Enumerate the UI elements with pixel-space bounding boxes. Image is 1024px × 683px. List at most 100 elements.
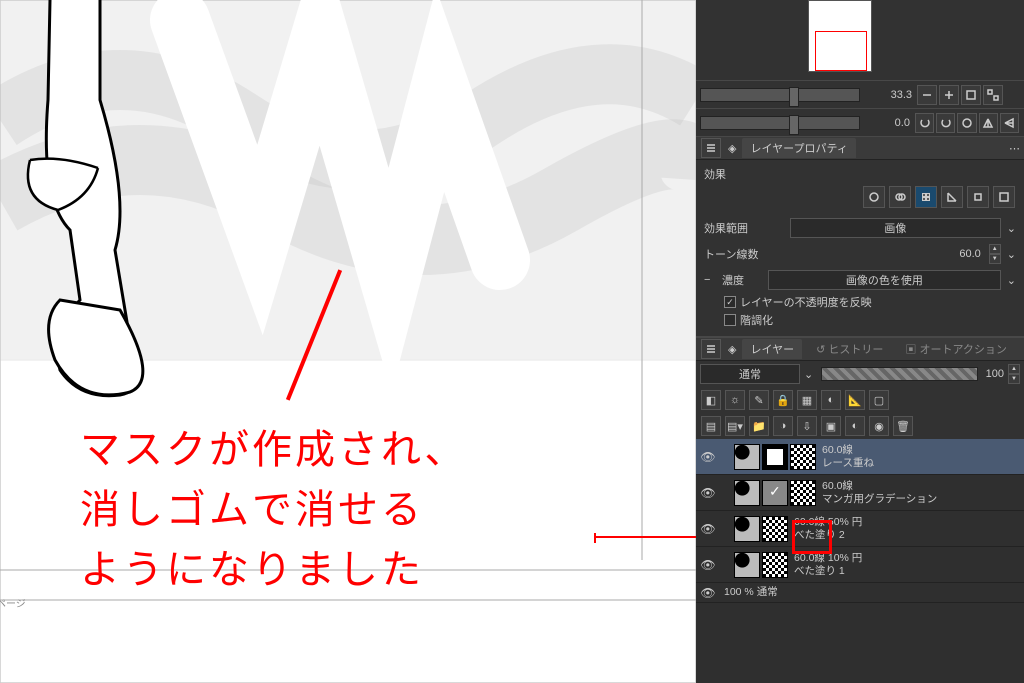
layer-row[interactable]: 👁 100 % 通常 (696, 583, 1024, 603)
tone-thumbnail[interactable] (762, 552, 788, 578)
chevron-down-icon[interactable]: ⌄ (804, 368, 813, 381)
tone-lines-stepper[interactable]: ▲▼ (989, 244, 1001, 264)
rotate-value: 0.0 (866, 117, 910, 129)
panel-more-icon[interactable]: ⋯ (1009, 142, 1020, 155)
add-mask-button[interactable]: ◐ (845, 416, 865, 436)
new-correction-button[interactable]: ◑ (773, 416, 793, 436)
draft-layer-icon[interactable]: ✎ (749, 390, 769, 410)
effect-scope-dropdown[interactable]: 画像 (790, 218, 1001, 238)
zoom-slider[interactable] (700, 88, 860, 102)
rotate-controls: 0.0 (696, 108, 1024, 136)
layers-panel: ◈ レイヤー ↺ ヒストリー ▣ オートアクション 通常 ⌄ 100 ▲▼ ◧ … (696, 336, 1024, 683)
flip-horizontal-button[interactable] (979, 113, 998, 133)
tone-thumbnail[interactable] (790, 444, 816, 470)
panel-menu-icon[interactable] (701, 339, 721, 359)
zoom-value: 33.3 (866, 89, 912, 101)
tone-lines-value[interactable]: 60.0 (929, 248, 983, 260)
chevron-down-icon[interactable]: ⌄ (1007, 222, 1016, 235)
merge-down-button[interactable]: ▣ (821, 416, 841, 436)
effect-mode-icons (704, 186, 1016, 208)
layer-row[interactable]: 👁 60.0線 10% 円 べた塗り 1 (696, 547, 1024, 583)
rotate-right-button[interactable] (936, 113, 955, 133)
fit-screen-button[interactable] (961, 85, 981, 105)
swap-view-button[interactable] (983, 85, 1003, 105)
layer-name[interactable]: 60.0線 レース重ね (818, 444, 1022, 469)
navigator-thumbnail[interactable] (808, 0, 872, 72)
layer-name[interactable]: 100 % 通常 (720, 586, 1022, 599)
tone-thumbnail[interactable] (762, 516, 788, 542)
lock-icon[interactable]: 🔒 (773, 390, 793, 410)
effect-extract-icon[interactable] (967, 186, 989, 208)
zoom-controls: 33.3 (696, 80, 1024, 108)
annotation-highlight-box (792, 520, 832, 554)
zoom-out-button[interactable] (917, 85, 937, 105)
reference-layer-icon[interactable]: ☼ (725, 390, 745, 410)
collapse-icon[interactable]: − (704, 274, 716, 286)
new-layer-button[interactable]: ▤ (701, 416, 721, 436)
delete-layer-button[interactable]: 🗑 (893, 416, 913, 436)
effect-color-icon[interactable] (993, 186, 1015, 208)
mask-thumbnail[interactable] (762, 480, 788, 506)
tone-lines-label: トーン線数 (704, 246, 784, 262)
layer-thumbnail[interactable] (734, 552, 760, 578)
layer-name[interactable]: 60.0線 マンガ用グラデーション (818, 480, 1022, 505)
rotate-left-button[interactable] (915, 113, 934, 133)
chevron-down-icon[interactable]: ⌄ (1007, 274, 1016, 287)
zoom-in-button[interactable] (939, 85, 959, 105)
annotation-text: マスクが作成され、 消しゴムで消せる ようになりました (80, 420, 640, 600)
tab-layers[interactable]: レイヤー (742, 339, 802, 359)
reset-rotate-button[interactable] (957, 113, 976, 133)
effect-scope-label: 効果範囲 (704, 220, 784, 236)
visibility-toggle[interactable]: 👁 (698, 450, 718, 464)
effect-tone-icon[interactable] (915, 186, 937, 208)
annotation-line-2: 消しゴムで消せる (80, 480, 640, 540)
new-folder-button[interactable]: 📁 (749, 416, 769, 436)
visibility-toggle[interactable]: 👁 (698, 486, 718, 500)
rotate-slider[interactable] (700, 116, 860, 130)
layer-name[interactable]: 60.0線 10% 円 べた塗り 1 (790, 552, 1022, 577)
layer-row[interactable]: 👁 60.0線 マンガ用グラデーション (696, 475, 1024, 511)
mask-enable-icon[interactable]: ◐ (821, 390, 841, 410)
new-layer-menu-button[interactable]: ▤▾ (725, 416, 745, 436)
tab-autoaction[interactable]: ▣ オートアクション (897, 339, 1015, 359)
layer-thumbnail[interactable] (734, 516, 760, 542)
visibility-toggle[interactable]: 👁 (698, 558, 718, 572)
visibility-toggle[interactable]: 👁 (698, 522, 718, 536)
density-label: 濃度 (722, 272, 762, 288)
chevron-down-icon[interactable]: ⌄ (1007, 248, 1016, 261)
layer-flags-row: ◧ ☼ ✎ 🔒 ▦ ◐ 📐 ▢ (696, 387, 1024, 413)
mask-thumbnail[interactable] (762, 444, 788, 470)
layer-thumbnail[interactable] (734, 444, 760, 470)
clip-mask-icon[interactable]: ◧ (701, 390, 721, 410)
flip-vertical-button[interactable] (1000, 113, 1019, 133)
panel-menu-icon[interactable] (701, 138, 721, 158)
layer-color-icon[interactable]: ▢ (869, 390, 889, 410)
layer-blend-row: 通常 ⌄ 100 ▲▼ (696, 361, 1024, 387)
visibility-toggle[interactable]: 👁 (698, 586, 718, 600)
lock-transparent-icon[interactable]: ▦ (797, 390, 817, 410)
density-dropdown[interactable]: 画像の色を使用 (768, 270, 1001, 290)
layers-icon: ◈ (728, 343, 736, 356)
tab-history[interactable]: ↺ ヒストリー (808, 339, 891, 359)
posterize-checkbox[interactable]: 階調化 (724, 312, 1016, 328)
tone-thumbnail[interactable] (790, 480, 816, 506)
tab-layer-property[interactable]: レイヤープロパティ (742, 138, 855, 158)
effect-reduce-icon[interactable] (941, 186, 963, 208)
annotation-line-3: ようになりました (80, 540, 640, 600)
opacity-stepper[interactable]: ▲▼ (1008, 364, 1020, 384)
reflect-opacity-checkbox[interactable]: ✓ レイヤーの不透明度を反映 (724, 294, 1016, 310)
blend-mode-dropdown[interactable]: 通常 (700, 364, 800, 384)
layer-thumbnail[interactable] (734, 480, 760, 506)
layer-row[interactable]: 👁 60.0線 レース重ね (696, 439, 1024, 475)
checkbox-unchecked-icon (724, 314, 736, 326)
effect-border-icon[interactable] (863, 186, 885, 208)
right-panels: 33.3 0.0 ◈ レイヤープロパティ ⋯ 効果 効果範囲 画像 (696, 0, 1024, 683)
effect-overlay-icon[interactable] (889, 186, 911, 208)
layer-property-body: 効果 効果範囲 画像 ⌄ トーン線数 60.0 ▲▼ ⌄ − 濃度 画像の色を使… (696, 160, 1024, 336)
ruler-icon[interactable]: 📐 (845, 390, 865, 410)
opacity-value: 100 (986, 368, 1004, 380)
transfer-down-button[interactable]: ⇩ (797, 416, 817, 436)
opacity-slider[interactable] (821, 367, 977, 381)
apply-mask-button[interactable]: ◉ (869, 416, 889, 436)
layer-row[interactable]: 👁 60.0線 50% 円 べた塗り 2 (696, 511, 1024, 547)
